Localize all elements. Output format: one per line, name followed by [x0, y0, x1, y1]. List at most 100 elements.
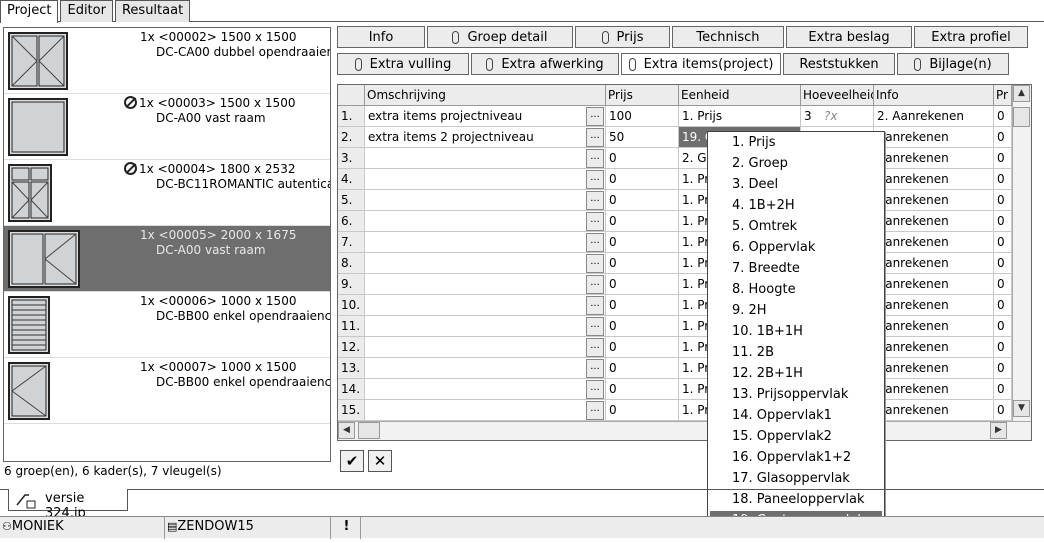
info-cell[interactable]: Aanrekenen [874, 232, 994, 253]
dropdown-option[interactable]: 14. Oppervlak1 [710, 406, 882, 427]
extra-items-grid[interactable]: Omschrijving Prijs Eenheid Hoeveelheid I… [337, 84, 1032, 441]
info-cell[interactable]: Aanrekenen [874, 211, 994, 232]
dropdown-option[interactable]: 15. Oppervlak2 [710, 427, 882, 448]
omschrijving-cell[interactable] [365, 190, 606, 211]
pr-cell[interactable]: 0 [994, 337, 1012, 358]
info-cell[interactable]: Aanrekenen [874, 169, 994, 190]
tab-resultaat[interactable]: Resultaat [114, 0, 191, 22]
dropdown-option[interactable]: 7. Breedte [710, 259, 882, 280]
ellipsis-button[interactable]: ... [586, 170, 604, 189]
ellipsis-button[interactable]: ... [586, 380, 604, 399]
omschrijving-cell[interactable] [365, 148, 606, 169]
info-cell[interactable]: Aanrekenen [874, 253, 994, 274]
info-cell[interactable]: Aanrekenen [874, 274, 994, 295]
hscroll-thumb[interactable] [358, 422, 380, 439]
pr-cell[interactable]: 0 [994, 253, 1012, 274]
cancel-x-icon[interactable]: ✕ [368, 450, 392, 472]
project-item-00003[interactable]: 1x <00003> 1500 x 1500 DC-A00 vast raam [4, 94, 330, 160]
ellipsis-button[interactable]: ... [586, 149, 604, 168]
project-list[interactable]: 1x <00002> 1500 x 1500 DC-CA00 dubbel op… [3, 27, 331, 462]
grid-vertical-scrollbar[interactable]: ▲ ▼ [1012, 85, 1031, 421]
ellipsis-button[interactable]: ... [586, 212, 604, 231]
tab-editor[interactable]: Editor [60, 0, 113, 22]
dropdown-option[interactable]: 6. Oppervlak [710, 238, 882, 259]
prijs-cell[interactable]: 0 [606, 337, 679, 358]
extra-vulling-button[interactable]: Extra vulling [337, 53, 469, 75]
scroll-right-icon[interactable]: ▶ [990, 422, 1007, 439]
project-item-00002[interactable]: 1x <00002> 1500 x 1500 DC-CA00 dubbel op… [4, 28, 330, 94]
omschrijving-cell[interactable] [365, 316, 606, 337]
eenheid-cell[interactable]: 1. Prijs [679, 106, 801, 127]
project-item-00004[interactable]: 1x <00004> 1800 x 2532 DC-BC11ROMANTIC a… [4, 160, 330, 226]
omschrijving-cell[interactable] [365, 232, 606, 253]
ellipsis-button[interactable]: ... [586, 401, 604, 420]
dropdown-option[interactable]: 9. 2H [710, 301, 882, 322]
scroll-thumb[interactable] [1013, 107, 1030, 127]
dropdown-option[interactable]: 11. 2B [710, 343, 882, 364]
info-cell[interactable]: Aanrekenen [874, 337, 994, 358]
ellipsis-button[interactable]: ... [586, 191, 604, 210]
prijs-button[interactable]: Prijs [575, 26, 670, 48]
omschrijving-cell[interactable]: extra items 2 projectniveau [365, 127, 606, 148]
project-item-00007[interactable]: 1x <00007> 1000 x 1500 DC-BB00 enkel ope… [4, 358, 330, 424]
ellipsis-button[interactable]: ... [586, 317, 604, 336]
omschrijving-cell[interactable] [365, 379, 606, 400]
pr-cell[interactable]: 0 [994, 274, 1012, 295]
pr-cell[interactable]: 0 [994, 400, 1012, 421]
extra-items-project-button[interactable]: Extra items(project) [621, 53, 781, 75]
ellipsis-button[interactable]: ... [586, 233, 604, 252]
file-tab[interactable]: versie 324.jp [8, 489, 128, 521]
prijs-cell[interactable]: 100 [606, 106, 679, 127]
prijs-cell[interactable]: 0 [606, 400, 679, 421]
project-item-00005[interactable]: 1x <00005> 2000 x 1675 DC-A00 vast raam [4, 226, 330, 292]
omschrijving-cell[interactable] [365, 400, 606, 421]
info-cell[interactable]: Aanrekenen [874, 358, 994, 379]
dropdown-option[interactable]: 4. 1B+2H [710, 196, 882, 217]
header-pr[interactable]: Pr [994, 85, 1012, 106]
pr-cell[interactable]: 0 [994, 379, 1012, 400]
pr-cell[interactable]: 0 [994, 169, 1012, 190]
omschrijving-cell[interactable] [365, 337, 606, 358]
technisch-button[interactable]: Technisch [672, 26, 784, 48]
info-cell[interactable]: Aanrekenen [874, 316, 994, 337]
pr-cell[interactable]: 0 [994, 106, 1012, 127]
prijs-cell[interactable]: 0 [606, 295, 679, 316]
scroll-left-icon[interactable]: ◀ [338, 422, 355, 439]
info-cell[interactable]: Aanrekenen [874, 295, 994, 316]
extra-afwerking-button[interactable]: Extra afwerking [471, 53, 619, 75]
ellipsis-button[interactable]: ... [586, 254, 604, 273]
pr-cell[interactable]: 0 [994, 190, 1012, 211]
info-cell[interactable]: Aanrekenen [874, 148, 994, 169]
ellipsis-button[interactable]: ... [586, 359, 604, 378]
dropdown-option[interactable]: 2. Groep [710, 154, 882, 175]
info-cell[interactable]: 2. Aanrekenen [874, 106, 994, 127]
omschrijving-cell[interactable]: extra items projectniveau [365, 106, 606, 127]
prijs-cell[interactable]: 0 [606, 379, 679, 400]
dropdown-option[interactable]: 8. Hoogte [710, 280, 882, 301]
dropdown-option[interactable]: 1. Prijs [710, 133, 882, 154]
info-cell[interactable]: Aanrekenen [874, 379, 994, 400]
dropdown-option[interactable]: 18. Paneeloppervlak [710, 490, 882, 511]
prijs-cell[interactable]: 0 [606, 253, 679, 274]
omschrijving-cell[interactable] [365, 169, 606, 190]
header-prijs[interactable]: Prijs [606, 85, 679, 106]
omschrijving-cell[interactable] [365, 295, 606, 316]
scroll-down-icon[interactable]: ▼ [1013, 400, 1030, 417]
header-hoeveelheid[interactable]: Hoeveelheid [801, 85, 874, 106]
info-cell[interactable]: Aanrekenen [874, 190, 994, 211]
ellipsis-button[interactable]: ... [586, 128, 604, 147]
pr-cell[interactable]: 0 [994, 127, 1012, 148]
prijs-cell[interactable]: 0 [606, 190, 679, 211]
dropdown-option[interactable]: 16. Oppervlak1+2 [710, 448, 882, 469]
prijs-cell[interactable]: 0 [606, 169, 679, 190]
dropdown-option[interactable]: 5. Omtrek [710, 217, 882, 238]
confirm-check-icon[interactable]: ✔ [340, 450, 364, 472]
omschrijving-cell[interactable] [365, 211, 606, 232]
prijs-cell[interactable]: 0 [606, 148, 679, 169]
ellipsis-button[interactable]: ... [586, 275, 604, 294]
prijs-cell[interactable]: 0 [606, 358, 679, 379]
pr-cell[interactable]: 0 [994, 316, 1012, 337]
dropdown-option[interactable]: 10. 1B+1H [710, 322, 882, 343]
header-eenheid[interactable]: Eenheid [679, 85, 801, 106]
project-item-00006[interactable]: 1x <00006> 1000 x 1500 DC-BB00 enkel ope… [4, 292, 330, 358]
